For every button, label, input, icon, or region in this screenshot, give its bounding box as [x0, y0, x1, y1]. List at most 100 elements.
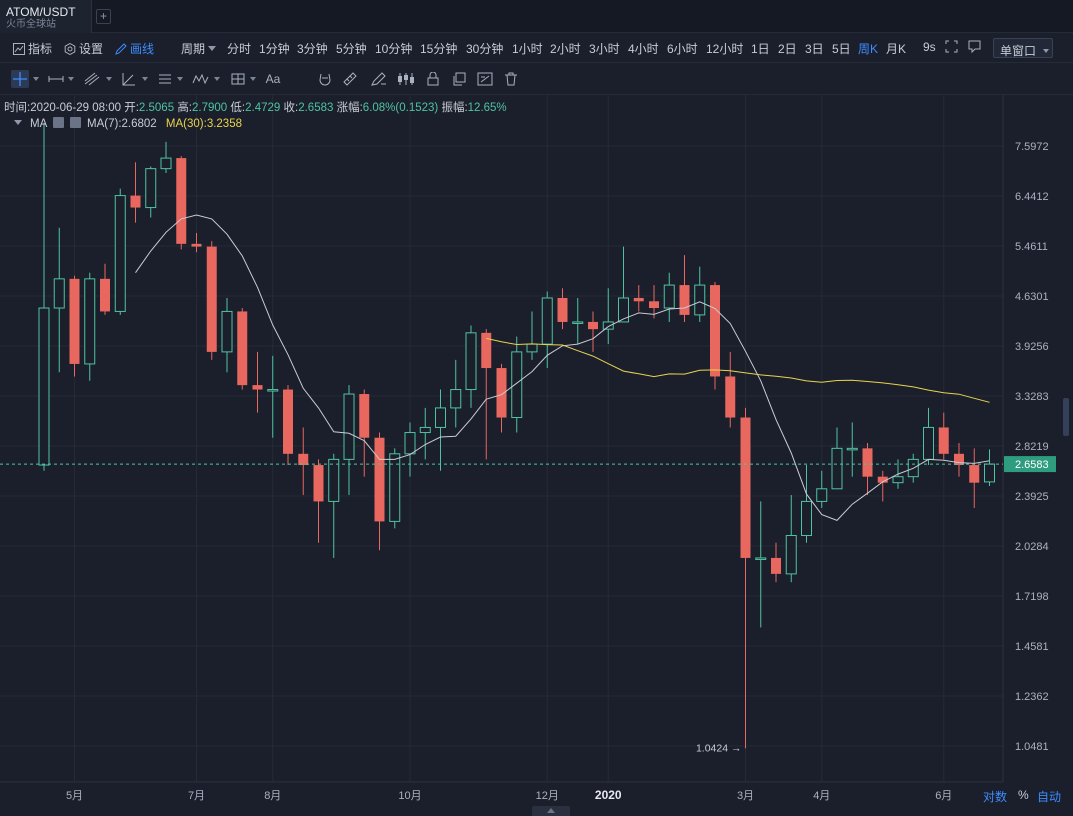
- candlestick-chart[interactable]: 7.5972 6.4412 5.4611 4.6301 3.9256 3.3283 2.82…: [0, 95, 1073, 816]
- fibonacci-tool-caret[interactable]: [177, 77, 183, 81]
- brush-tool[interactable]: [370, 70, 388, 88]
- ma-settings-icon[interactable]: [52, 117, 64, 128]
- period-10[interactable]: 4小时: [628, 40, 659, 57]
- candle-body: [221, 310, 233, 353]
- candle-body: [511, 351, 523, 419]
- auto-scale-toggle[interactable]: 自动: [1037, 788, 1061, 805]
- low-value: 2.4729: [245, 102, 281, 114]
- log-scale-toggle[interactable]: 对数: [983, 788, 1007, 805]
- period-label: 周期: [181, 42, 206, 56]
- crosshair-tool-caret[interactable]: [33, 77, 39, 81]
- angle-tool[interactable]: [120, 70, 138, 88]
- crosshair-tool[interactable]: [11, 70, 29, 88]
- candle-body: [846, 447, 858, 451]
- candle-body: [649, 301, 659, 309]
- add-tab-button[interactable]: +: [96, 9, 111, 24]
- period-9[interactable]: 3小时: [589, 40, 620, 57]
- candle-body: [496, 368, 507, 418]
- candle-body: [588, 321, 598, 330]
- candle-body: [984, 463, 995, 483]
- text-tool[interactable]: Aa: [263, 70, 283, 88]
- period-4[interactable]: 10分钟: [375, 40, 412, 57]
- period-18[interactable]: 月K: [886, 40, 906, 57]
- delete-drawings-tool[interactable]: [502, 70, 520, 88]
- period-8[interactable]: 2小时: [550, 40, 581, 57]
- price-scroll-handle[interactable]: [1063, 398, 1069, 436]
- candle-body: [557, 297, 568, 322]
- snapshot-button[interactable]: [968, 40, 981, 56]
- period-6[interactable]: 30分钟: [466, 40, 503, 57]
- candle-body: [328, 458, 340, 502]
- tab-atom-usdt[interactable]: ATOM/USDT 火币全球站: [0, 0, 92, 33]
- fibonacci-tool[interactable]: [156, 70, 174, 88]
- wave-tool[interactable]: [192, 70, 210, 88]
- shape-tool-caret[interactable]: [250, 77, 256, 81]
- indicators-button[interactable]: 指标: [13, 40, 52, 57]
- period-16[interactable]: 5日: [832, 40, 851, 57]
- candle-body: [663, 284, 675, 309]
- period-17[interactable]: 周K: [858, 40, 878, 57]
- period-dropdown[interactable]: 周期: [181, 40, 217, 57]
- candle-body: [465, 332, 477, 391]
- period-13[interactable]: 1日: [751, 40, 770, 57]
- candle-body: [923, 426, 934, 460]
- wave-tool-caret[interactable]: [214, 77, 220, 81]
- candle-body: [237, 311, 248, 386]
- magnet-tool[interactable]: [316, 70, 334, 88]
- candle-tool[interactable]: [397, 70, 415, 88]
- copy-tool[interactable]: [450, 70, 468, 88]
- period-1[interactable]: 1分钟: [259, 40, 290, 57]
- tab-bar: ATOM/USDT 火币全球站 +: [0, 0, 1073, 33]
- collapse-icon[interactable]: [14, 120, 22, 125]
- ma-label: MA: [30, 118, 47, 130]
- high-label: 高:: [177, 102, 193, 114]
- channel-tool-caret[interactable]: [106, 77, 112, 81]
- settings-button[interactable]: 设置: [64, 40, 103, 57]
- period-0[interactable]: 分时: [227, 40, 251, 57]
- ma-close-icon[interactable]: [69, 117, 81, 128]
- period-14[interactable]: 2日: [778, 40, 797, 57]
- parallel-channel-icon: [84, 72, 100, 86]
- time-tick-label: 3月: [737, 790, 754, 802]
- time-tick-label: 2020: [595, 788, 622, 802]
- period-3[interactable]: 5分钟: [336, 40, 367, 57]
- rectangle-icon: [231, 73, 245, 85]
- candle-body: [740, 417, 751, 558]
- period-7[interactable]: 1小时: [512, 40, 543, 57]
- candle-body: [374, 437, 385, 522]
- gear-icon: [64, 43, 76, 55]
- drawing-button[interactable]: 画线: [115, 40, 154, 57]
- amplitude-value: 12.65%: [467, 102, 507, 114]
- period-2[interactable]: 3分钟: [297, 40, 328, 57]
- period-15[interactable]: 3日: [805, 40, 824, 57]
- period-12[interactable]: 12小时: [706, 40, 743, 57]
- candle-body: [84, 278, 96, 365]
- angle-tool-caret[interactable]: [142, 77, 148, 81]
- candle-body: [771, 557, 781, 574]
- shape-tool[interactable]: [229, 70, 247, 88]
- candle-body: [602, 321, 614, 330]
- lock-tool[interactable]: [424, 70, 442, 88]
- time-scroll-handle[interactable]: [532, 806, 570, 816]
- trash-icon: [505, 72, 517, 86]
- line-tool-caret[interactable]: [68, 77, 74, 81]
- hide-drawings-tool[interactable]: [476, 70, 494, 88]
- horizontal-line-tool[interactable]: [47, 70, 65, 88]
- period-5[interactable]: 15分钟: [420, 40, 457, 57]
- period-11[interactable]: 6小时: [667, 40, 698, 57]
- time-tick-label: 5月: [66, 790, 83, 802]
- refresh-interval[interactable]: 9s: [923, 40, 936, 54]
- percent-scale-toggle[interactable]: %: [1018, 788, 1029, 802]
- price-tick-label: 1.2362: [1015, 691, 1049, 703]
- candle-body: [725, 376, 736, 418]
- candle-body: [572, 321, 584, 324]
- indicator-icon: [13, 43, 25, 55]
- chevron-down-icon: [208, 46, 217, 51]
- ma-legend: MA MA(7):2.6802 MA(30):3.2358: [14, 117, 242, 130]
- settings-label: 设置: [79, 42, 104, 56]
- channel-tool[interactable]: [83, 70, 101, 88]
- ruler-tool[interactable]: [341, 70, 359, 88]
- fullscreen-button[interactable]: [945, 40, 958, 56]
- window-mode-select[interactable]: 单窗口: [993, 38, 1053, 58]
- fibonacci-icon: [159, 74, 171, 84]
